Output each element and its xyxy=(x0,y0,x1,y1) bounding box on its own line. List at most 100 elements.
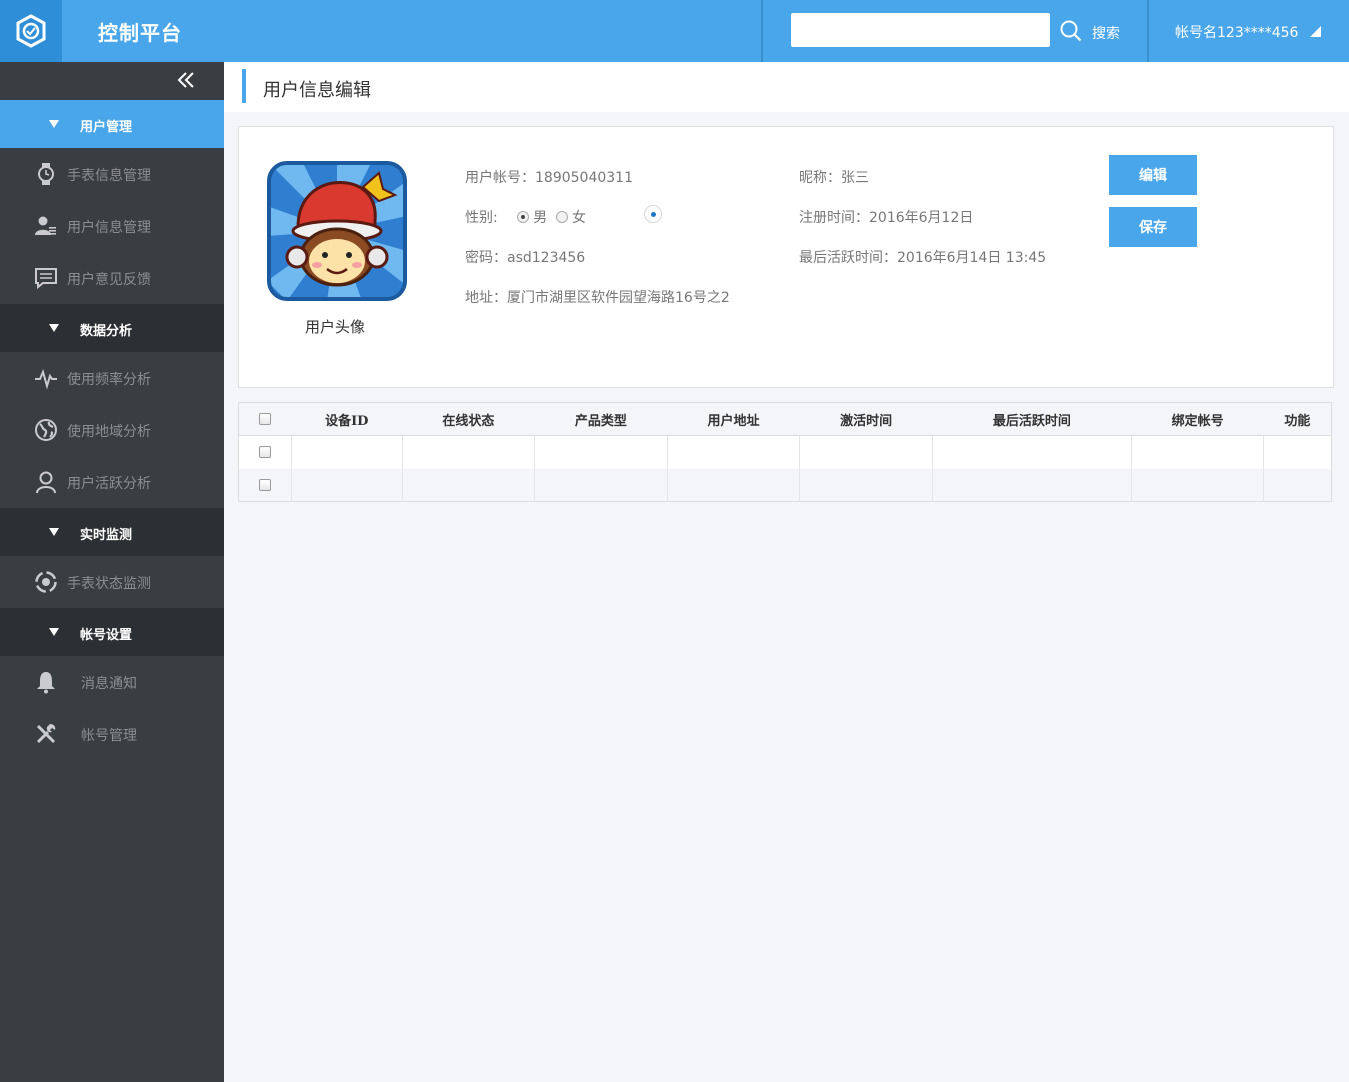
top-header: 控制平台 搜索 帐号名123****456 xyxy=(0,0,1349,62)
caret-down-icon xyxy=(49,120,59,128)
column-header[interactable]: 绑定帐号 xyxy=(1131,402,1264,436)
sidebar-section-account-settings[interactable]: 帐号设置 xyxy=(0,608,224,656)
table-cell xyxy=(1263,468,1332,502)
sidebar-section-realtime-monitor[interactable]: 实时监测 xyxy=(0,508,224,556)
search-input[interactable] xyxy=(791,13,1050,47)
pulse-icon xyxy=(35,369,57,390)
sidebar-item-label: 消息通知 xyxy=(81,676,137,692)
monitor-icon xyxy=(35,571,57,593)
last-active-field: 最后活跃时间：2016年6月14日 13:45 xyxy=(799,250,1047,266)
table-cell xyxy=(401,468,535,502)
sidebar-item-label: 用户活跃分析 xyxy=(67,476,151,492)
collapse-sidebar-icon[interactable] xyxy=(176,70,196,90)
bell-icon xyxy=(37,672,55,694)
sidebar-item-region-analysis[interactable]: 使用地域分析 xyxy=(0,404,224,456)
sidebar-item-account-management[interactable]: 帐号管理 xyxy=(0,708,224,760)
edit-button[interactable]: 编辑 xyxy=(1109,155,1197,195)
register-time-field: 注册时间：2016年6月12日 xyxy=(799,210,974,226)
column-header[interactable]: 激活时间 xyxy=(799,402,933,436)
page-title: 用户信息编辑 xyxy=(263,80,371,101)
gender-male-radio[interactable] xyxy=(516,211,529,223)
table-row[interactable] xyxy=(238,435,1332,469)
gender-female-label[interactable]: 女 xyxy=(572,210,586,226)
title-accent-bar xyxy=(242,69,246,103)
page-title-bar: 用户信息编辑 xyxy=(224,62,1349,112)
avatar-caption: 用户头像 xyxy=(305,318,366,336)
account-name[interactable]: 帐号名123****456 xyxy=(1175,22,1298,42)
sidebar-item-watch-status[interactable]: 手表状态监测 xyxy=(0,556,224,608)
table-cell xyxy=(799,468,933,502)
column-header[interactable]: 用户地址 xyxy=(667,402,800,436)
extra-radio-button[interactable] xyxy=(644,205,662,223)
column-header[interactable]: 设备ID xyxy=(291,402,403,436)
row-select-cell xyxy=(238,468,292,502)
table-cell xyxy=(931,435,1132,469)
section-label: 用户管理 xyxy=(80,120,133,135)
user-list-icon xyxy=(35,216,56,235)
user-profile-card: 用户头像 用户帐号：18905040311 性别: 男 女 密码：asd1234… xyxy=(238,126,1334,388)
sidebar-item-watch-info[interactable]: 手表信息管理 xyxy=(0,148,224,200)
header-divider xyxy=(761,0,763,62)
sidebar: 用户管理 手表信息管理 用户信息管理 用户意见反馈 数据分析 使用频率分析 使用… xyxy=(0,62,224,1082)
sidebar-item-label: 使用频率分析 xyxy=(67,372,151,388)
nickname-field: 昵称：张三 xyxy=(799,170,869,186)
section-label: 帐号设置 xyxy=(80,628,133,643)
column-header[interactable]: 在线状态 xyxy=(402,402,535,436)
gender-label: 性别: xyxy=(465,210,498,226)
row-checkbox[interactable] xyxy=(259,446,271,459)
table-cell xyxy=(534,468,668,502)
user-icon xyxy=(36,471,56,494)
table-cell xyxy=(666,435,800,469)
tools-icon xyxy=(36,724,56,744)
account-dropdown-icon[interactable] xyxy=(1310,26,1321,37)
app-title: 控制平台 xyxy=(98,21,182,45)
sidebar-item-notifications[interactable]: 消息通知 xyxy=(0,656,224,708)
app-logo[interactable] xyxy=(0,0,62,62)
gender-male-label[interactable]: 男 xyxy=(533,210,547,226)
sidebar-item-usage-frequency[interactable]: 使用频率分析 xyxy=(0,352,224,404)
sidebar-item-label: 手表状态监测 xyxy=(67,576,151,592)
caret-down-icon xyxy=(49,528,59,536)
row-checkbox[interactable] xyxy=(259,478,271,491)
user-avatar[interactable] xyxy=(267,161,407,301)
password-field: 密码：asd123456 xyxy=(465,250,586,266)
header-divider xyxy=(1147,0,1149,62)
search-button[interactable]: 搜索 xyxy=(1092,23,1120,43)
sidebar-item-label: 用户信息管理 xyxy=(67,220,151,236)
gender-female-radio[interactable] xyxy=(555,211,568,223)
section-label: 实时监测 xyxy=(80,528,133,543)
column-header[interactable]: 产品类型 xyxy=(534,402,668,436)
table-row[interactable] xyxy=(238,468,1332,502)
table-cell xyxy=(1130,435,1264,469)
sidebar-item-user-info[interactable]: 用户信息管理 xyxy=(0,200,224,252)
feedback-icon xyxy=(35,268,57,290)
globe-icon xyxy=(35,419,57,441)
column-header[interactable]: 最后活跃时间 xyxy=(932,402,1132,436)
save-button[interactable]: 保存 xyxy=(1109,207,1197,247)
table-cell xyxy=(291,435,403,469)
sidebar-item-label: 用户意见反馈 xyxy=(67,272,151,288)
row-select-cell xyxy=(238,435,292,469)
table-cell xyxy=(1130,468,1264,502)
sidebar-section-user-management[interactable]: 用户管理 xyxy=(0,100,224,148)
search-icon[interactable] xyxy=(1060,20,1082,42)
sidebar-item-user-activity[interactable]: 用户活跃分析 xyxy=(0,456,224,508)
table-cell xyxy=(291,468,403,502)
table-cell xyxy=(931,468,1132,502)
caret-down-icon xyxy=(49,628,59,636)
column-header[interactable]: 功能 xyxy=(1263,402,1332,436)
table-cell xyxy=(666,468,800,502)
user-account-field: 用户帐号：18905040311 xyxy=(465,170,633,186)
sidebar-section-data-analysis[interactable]: 数据分析 xyxy=(0,304,224,352)
device-table: 设备ID 在线状态 产品类型 用户地址 激活时间 最后活跃时间 绑定帐号 功能 xyxy=(238,402,1332,502)
address-field: 地址：厦门市湖里区软件园望海路16号之2 xyxy=(465,290,730,306)
select-all-cell xyxy=(238,402,292,436)
select-all-checkbox[interactable] xyxy=(259,413,272,425)
watch-icon xyxy=(38,163,54,185)
table-cell xyxy=(534,435,668,469)
sidebar-item-label: 手表信息管理 xyxy=(67,168,151,184)
logo-icon xyxy=(16,14,46,48)
table-cell xyxy=(799,435,933,469)
sidebar-item-label: 帐号管理 xyxy=(81,728,137,744)
sidebar-item-feedback[interactable]: 用户意见反馈 xyxy=(0,252,224,304)
